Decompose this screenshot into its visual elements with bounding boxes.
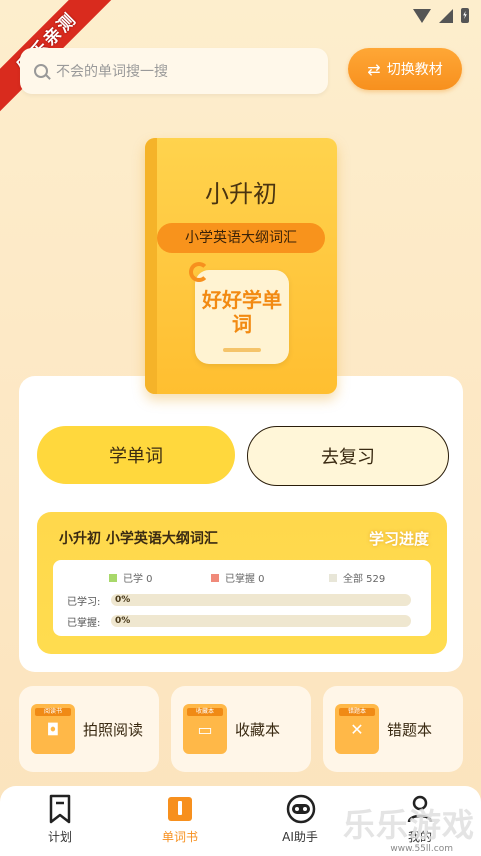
- tab-ai-assistant[interactable]: AI助手: [260, 794, 340, 845]
- legend-mastered: 已掌握 0: [211, 570, 265, 585]
- logo-underline: [223, 348, 261, 352]
- tab-wordbook-label: 单词书: [161, 830, 198, 844]
- book-subtitle: 小学英语大纲词汇: [157, 223, 325, 253]
- switch-textbook-button[interactable]: ⇄ 切换教材: [348, 48, 462, 90]
- search-input[interactable]: 不会的单词搜一搜: [20, 48, 328, 94]
- main-card: 学单词 去复习 小升初 小学英语大纲词汇 学习进度 已学 0 已掌握 0 全部 …: [19, 376, 463, 672]
- legend-swatch-mastered: [211, 573, 219, 582]
- wrong-answers-label: 错题本: [387, 720, 433, 739]
- legend-swatch-total: [329, 573, 337, 582]
- tab-profile-label: 我的: [407, 830, 432, 844]
- wrong-book-icon: 错题本 ✕: [335, 704, 379, 754]
- user-icon: [406, 794, 434, 824]
- wifi-icon: [413, 8, 431, 23]
- progress-tag: 学习进度: [368, 530, 429, 548]
- book-logo: 好好学单词: [189, 262, 289, 364]
- textbook-cover[interactable]: 小升初 小学英语大纲词汇 好好学单词: [145, 138, 337, 394]
- switch-textbook-label: 切换教材: [386, 62, 443, 78]
- photo-reading-button[interactable]: 阅读书 ◘ 拍照阅读: [19, 686, 159, 772]
- bookmark-icon-tag: 收藏本: [187, 708, 223, 716]
- bookmark-icon: [46, 794, 74, 824]
- book-logo-text: 好好学单词: [202, 288, 282, 336]
- favorites-label: 收藏本: [235, 720, 281, 739]
- bar-learned: 已学习: 0%: [67, 593, 417, 608]
- bar-mastered-percent: 0%: [115, 616, 131, 626]
- progress-legend: 已学 0 已掌握 0 全部 529: [53, 570, 431, 585]
- camera-icon: 阅读书 ◘: [31, 704, 75, 754]
- progress-chart: 已学 0 已掌握 0 全部 529 已学习: 0% 已掌握: 0%: [53, 560, 431, 636]
- bar-learned-percent: 0%: [115, 595, 131, 605]
- progress-panel: 小升初 小学英语大纲词汇 学习进度 已学 0 已掌握 0 全部 529 已学习:: [37, 512, 447, 654]
- wrong-book-icon-tag: 错题本: [339, 708, 375, 716]
- camera-icon-tag: 阅读书: [35, 708, 71, 716]
- robot-icon: [286, 794, 316, 824]
- book-icon: [166, 794, 194, 824]
- battery-icon: [461, 8, 469, 23]
- logo-ring-icon: [189, 262, 209, 282]
- legend-learned: 已学 0: [109, 570, 153, 585]
- legend-total-label: 全部 529: [343, 574, 386, 585]
- bar-learned-label: 已学习:: [67, 597, 101, 608]
- tab-plan-label: 计划: [47, 830, 72, 844]
- tab-plan[interactable]: 计划: [20, 794, 100, 845]
- bar-mastered: 已掌握: 0%: [67, 614, 417, 629]
- signal-icon: [439, 8, 453, 23]
- learn-words-label: 学单词: [109, 446, 163, 467]
- photo-reading-label: 拍照阅读: [83, 720, 144, 739]
- legend-total: 全部 529: [329, 570, 385, 585]
- progress-title: 小升初 小学英语大纲词汇: [59, 531, 218, 547]
- search-placeholder: 不会的单词搜一搜: [56, 64, 168, 80]
- favorites-button[interactable]: 收藏本 ▭ 收藏本: [171, 686, 311, 772]
- bar-mastered-track: 0%: [111, 615, 411, 627]
- search-icon: [34, 64, 48, 78]
- review-label: 去复习: [321, 447, 375, 468]
- tab-wordbook[interactable]: 单词书: [140, 794, 220, 845]
- wrong-answers-button[interactable]: 错题本 ✕ 错题本: [323, 686, 463, 772]
- status-bar: [0, 0, 481, 34]
- learn-words-button[interactable]: 学单词: [37, 426, 235, 484]
- bottom-tab-bar: 计划 单词书 AI助手 我的: [0, 786, 481, 856]
- bookmark-icon: 收藏本 ▭: [183, 704, 227, 754]
- swap-icon: ⇄: [367, 59, 381, 79]
- tab-ai-assistant-label: AI助手: [282, 830, 318, 844]
- legend-swatch-learned: [109, 573, 117, 582]
- review-button[interactable]: 去复习: [247, 426, 449, 486]
- legend-mastered-label: 已掌握 0: [225, 574, 265, 585]
- bar-learned-track: 0%: [111, 594, 411, 606]
- book-title: 小升初: [205, 180, 277, 208]
- legend-learned-label: 已学 0: [123, 574, 153, 585]
- bar-mastered-label: 已掌握:: [67, 618, 101, 629]
- tab-profile[interactable]: 我的: [380, 794, 460, 845]
